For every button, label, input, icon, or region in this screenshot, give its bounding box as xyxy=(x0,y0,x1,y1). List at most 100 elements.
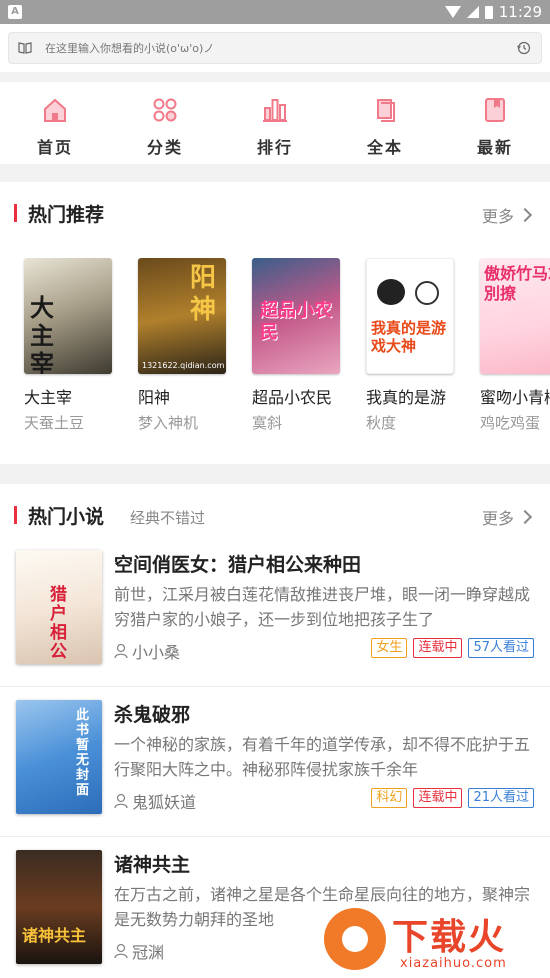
section-subtitle: 经典不错过 xyxy=(130,509,206,527)
list-item[interactable]: 猎户相公 空间俏医女：猎户相公来种田 前世，江采月被白莲花情敌推进丧尸堆，眼一闭… xyxy=(0,536,550,686)
home-icon xyxy=(44,98,66,122)
cover-title: 此书暂无封面 xyxy=(76,708,90,798)
hot-recommend-section: 热门推荐 更多 大主宰 大主宰 天蚕土豆 阳神 1321622.qidian.c… xyxy=(0,182,550,464)
list-item[interactable]: 此书暂无封面 杀鬼破邪 一个神秘的家族，有着千年的道学传承，却不得不庇护于五行聚… xyxy=(0,686,550,836)
author-name: 鬼狐妖道 xyxy=(132,793,197,812)
meme-face-image xyxy=(415,281,439,305)
nav-rank[interactable]: 排行 xyxy=(220,82,330,164)
status-bar: A 11:29 xyxy=(0,0,550,24)
book-cover: 我真的是游戏大神 xyxy=(366,258,454,374)
nav-label: 排行 xyxy=(256,138,293,157)
hot-book[interactable]: 阳神 1321622.qidian.com 阳神 梦入神机 xyxy=(138,258,238,433)
meme-face-image xyxy=(377,279,405,305)
section-accent-bar xyxy=(14,506,17,524)
more-link[interactable]: 更多 xyxy=(481,203,533,227)
cover-title: 阳神 xyxy=(190,263,217,325)
section-title: 热门小说 xyxy=(28,506,105,528)
nav-complete[interactable]: 全本 xyxy=(330,82,440,164)
tag-list: 科幻 连载中 21人看过 xyxy=(371,788,534,808)
category-tag: 女生 xyxy=(371,638,408,658)
book-cover: 猎户相公 xyxy=(16,550,102,664)
complete-book-icon xyxy=(377,99,395,122)
section-header: 热门小说 经典不错过 更多 xyxy=(0,484,550,544)
search-input[interactable] xyxy=(45,33,505,63)
book-name: 阳神 xyxy=(138,388,171,407)
book-cover: 傲娇竹马求別撩 xyxy=(480,258,550,374)
search-bar xyxy=(0,24,550,72)
views-tag: 21人看过 xyxy=(468,788,534,808)
nav-label: 最新 xyxy=(476,138,513,157)
nav-grid: 首页 分类 排行 全本 最新 xyxy=(0,82,550,164)
watermark-text: 下载火 xyxy=(392,917,507,958)
book-cover: 大主宰 xyxy=(24,258,112,374)
cover-title: 大主宰 xyxy=(30,293,54,375)
section-accent-bar xyxy=(14,204,17,222)
novel-author: 冠渊 xyxy=(114,939,164,963)
book-name: 我真的是游 xyxy=(366,388,447,407)
book-name: 蜜吻小青梅 xyxy=(480,388,550,407)
views-tag: 57人看过 xyxy=(468,638,534,658)
nav-newest[interactable]: 最新 xyxy=(440,82,550,164)
watermark-logo: 下载火 xiazaihuo.com xyxy=(324,900,544,978)
user-icon xyxy=(114,643,128,659)
status-tag: 连载中 xyxy=(413,638,463,658)
hot-book[interactable]: 傲娇竹马求別撩 蜜吻小青梅 鸡吃鸡蛋 xyxy=(480,258,550,433)
wifi-icon xyxy=(444,6,461,18)
novel-description: 前世，江采月被白莲花情敌推进丧尸堆，眼一闭一睁穿越成穷猎户家的小娘子，还一步到位… xyxy=(114,585,530,629)
more-label: 更多 xyxy=(481,509,514,528)
book-cover: 诸神共主 xyxy=(16,850,102,964)
book-author: 天蚕土豆 xyxy=(24,414,85,432)
chevron-right-icon xyxy=(517,509,533,525)
author-name: 冠渊 xyxy=(132,943,165,962)
novel-author: 鬼狐妖道 xyxy=(114,789,196,813)
cover-title: 诸神共主 xyxy=(22,926,87,945)
book-name: 大主宰 xyxy=(24,388,73,407)
newest-icon xyxy=(485,98,505,122)
rank-icon xyxy=(263,99,287,122)
author-name: 小小桑 xyxy=(132,643,181,662)
hot-book[interactable]: 我真的是游戏大神 我真的是游 秋度 xyxy=(366,258,466,433)
book-name: 超品小农民 xyxy=(252,388,333,407)
hot-book-row: 大主宰 大主宰 天蚕土豆 阳神 1321622.qidian.com 阳神 梦入… xyxy=(0,258,550,458)
book-author: 鸡吃鸡蛋 xyxy=(480,414,541,432)
status-tag: 连载中 xyxy=(413,788,463,808)
book-author: 梦入神机 xyxy=(138,414,199,432)
nav-label: 分类 xyxy=(146,138,183,157)
user-icon xyxy=(114,943,128,959)
novel-title: 空间俏医女：猎户相公来种田 xyxy=(114,554,362,576)
book-cover: 阳神 1321622.qidian.com xyxy=(138,258,226,374)
cover-title: 超品小农民 xyxy=(260,300,332,343)
section-title: 热门推荐 xyxy=(28,204,105,226)
flame-logo-icon xyxy=(324,908,386,970)
category-tag: 科幻 xyxy=(371,788,408,808)
novel-description: 一个神秘的家族，有着千年的道学传承，却不得不庇护于五行聚阳大阵之中。神秘邪阵侵扰… xyxy=(114,735,530,779)
book-cover: 超品小农民 xyxy=(252,258,340,374)
book-author: 寞斜 xyxy=(252,414,283,432)
nav-home[interactable]: 首页 xyxy=(0,82,110,164)
novel-title: 诸神共主 xyxy=(114,854,191,876)
hot-book[interactable]: 大主宰 大主宰 天蚕土豆 xyxy=(24,258,124,433)
more-label: 更多 xyxy=(481,207,514,226)
more-link[interactable]: 更多 xyxy=(481,505,533,529)
notification-icon: A xyxy=(8,5,22,19)
book-cover: 此书暂无封面 xyxy=(16,700,102,814)
novel-author: 小小桑 xyxy=(114,639,180,663)
nav-label: 全本 xyxy=(366,138,403,157)
section-header: 热门推荐 更多 xyxy=(0,182,550,242)
search-box[interactable] xyxy=(8,32,542,64)
cover-title: 傲娇竹马求別撩 xyxy=(484,264,550,303)
book-author: 秋度 xyxy=(366,414,397,432)
watermark-url: xiazaihuo.com xyxy=(400,956,507,971)
clock: 11:29 xyxy=(498,3,542,21)
history-icon[interactable] xyxy=(517,41,531,55)
cover-subtitle: 1321622.qidian.com xyxy=(142,361,225,370)
cover-title: 我真的是游戏大神 xyxy=(371,319,447,355)
battery-icon xyxy=(484,5,493,19)
tag-list: 女生 连载中 57人看过 xyxy=(371,638,534,658)
nav-category[interactable]: 分类 xyxy=(110,82,220,164)
category-icon xyxy=(153,98,177,122)
hot-book[interactable]: 超品小农民 超品小农民 寞斜 xyxy=(252,258,352,433)
user-icon xyxy=(114,793,128,809)
chevron-right-icon xyxy=(517,207,533,223)
book-icon xyxy=(18,42,32,54)
